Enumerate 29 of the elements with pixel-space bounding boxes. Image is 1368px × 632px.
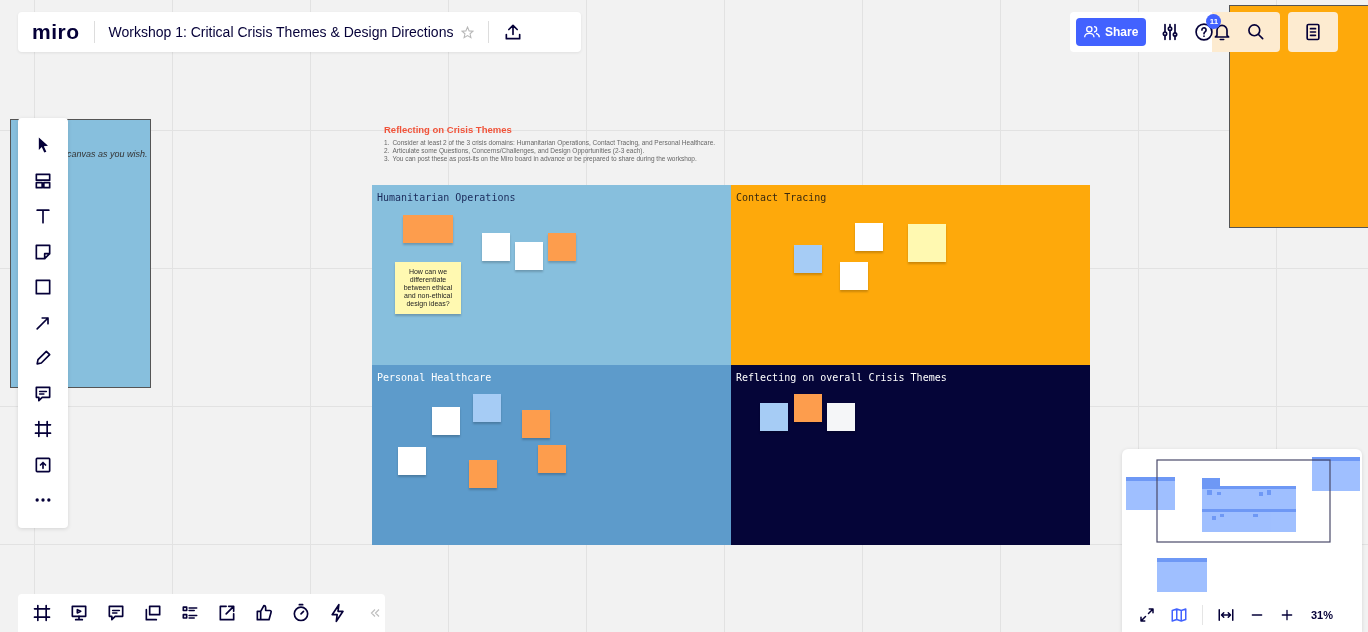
share-button[interactable]: Share bbox=[1076, 18, 1147, 46]
frame-title: Reflecting on overall Crisis Themes bbox=[736, 372, 947, 383]
miro-logo[interactable]: miro bbox=[32, 20, 80, 44]
text-icon[interactable] bbox=[33, 206, 53, 226]
frame-title: Humanitarian Operations bbox=[377, 192, 516, 203]
thumbs-up-icon[interactable] bbox=[254, 603, 274, 623]
fullscreen-icon[interactable] bbox=[1138, 606, 1156, 624]
frame-icon[interactable] bbox=[33, 419, 53, 439]
help-icon[interactable] bbox=[1194, 22, 1215, 42]
frame-icon[interactable] bbox=[32, 603, 52, 623]
zoom-level: 31% bbox=[1311, 609, 1334, 621]
timer-icon[interactable] bbox=[291, 603, 311, 623]
cards-icon[interactable] bbox=[143, 603, 163, 623]
share-screen-icon[interactable] bbox=[217, 603, 237, 623]
pen-icon[interactable] bbox=[33, 348, 53, 368]
frame-note-text: canvas as you wish. bbox=[67, 149, 148, 159]
map-icon[interactable] bbox=[1170, 606, 1188, 624]
rectangle-icon[interactable] bbox=[33, 277, 53, 297]
upload-icon[interactable] bbox=[503, 22, 524, 42]
board-title[interactable]: Workshop 1: Critical Crisis Themes & Design Directions bbox=[108, 24, 454, 40]
star-icon[interactable] bbox=[461, 25, 475, 39]
zoom-in-icon[interactable] bbox=[1279, 607, 1295, 623]
presentation-icon[interactable] bbox=[69, 603, 89, 623]
frame-title: Personal Healthcare bbox=[377, 372, 492, 383]
instructions-title: Reflecting on Crisis Themes bbox=[384, 124, 513, 135]
fit-width-icon[interactable] bbox=[1217, 606, 1235, 624]
comment-icon[interactable] bbox=[106, 603, 126, 623]
people-icon bbox=[1084, 25, 1100, 39]
frame-title: Contact Tracing bbox=[736, 192, 827, 203]
